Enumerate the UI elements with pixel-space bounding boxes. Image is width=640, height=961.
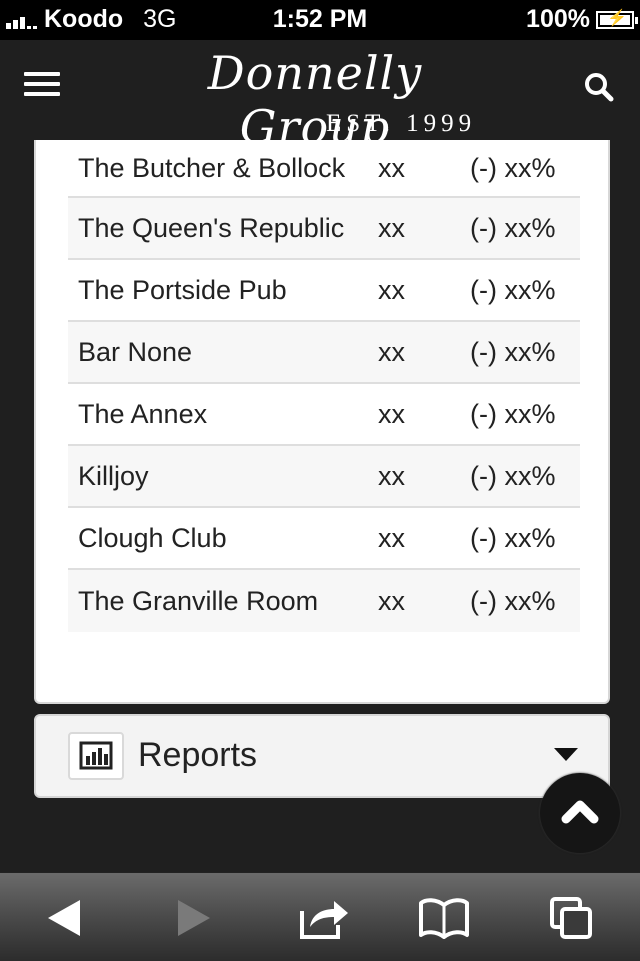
table-row[interactable]: Killjoy xx (-) xx%	[68, 446, 580, 508]
back-to-top-button[interactable]	[540, 773, 620, 853]
status-right: 100% ⚡	[526, 5, 638, 34]
venue-change: (-) xx%	[470, 336, 556, 367]
caret-down-icon	[554, 748, 578, 761]
venue-change: (-) xx%	[470, 460, 556, 491]
venue-card: The Butcher & Bollock xx (-) xx% The Queen'…	[34, 140, 610, 704]
venue-name: The Annex	[78, 398, 208, 429]
venue-table: The Butcher & Bollock xx (-) xx% The Queen'…	[68, 140, 580, 632]
forward-arrow-icon[interactable]	[168, 895, 218, 941]
venue-name: The Granville Room	[78, 585, 319, 616]
venue-value: xx	[378, 212, 405, 243]
venue-name: The Portside Pub	[78, 274, 287, 305]
logo-est-text: EST. 1999	[326, 110, 477, 137]
venue-value: xx	[378, 585, 405, 616]
venue-value: xx	[378, 274, 405, 305]
browser-toolbar	[0, 872, 640, 961]
table-row[interactable]: Bar None xx (-) xx%	[68, 322, 580, 384]
table-row[interactable]: The Granville Room xx (-) xx%	[68, 570, 580, 632]
venue-name: The Queen's Republic	[78, 212, 345, 243]
venue-change: (-) xx%	[470, 398, 556, 429]
reports-label: Reports	[138, 736, 258, 774]
venue-name: Killjoy	[78, 460, 149, 491]
venue-change: (-) xx%	[470, 522, 556, 553]
battery-icon: ⚡	[596, 10, 638, 29]
table-row[interactable]: The Butcher & Bollock xx (-) xx%	[68, 140, 580, 198]
share-icon[interactable]	[298, 895, 348, 941]
venue-change: (-) xx%	[470, 212, 556, 243]
table-row[interactable]: The Portside Pub xx (-) xx%	[68, 260, 580, 322]
table-row[interactable]: The Annex xx (-) xx%	[68, 384, 580, 446]
bar-chart-icon	[68, 732, 124, 780]
venue-name: Bar None	[78, 336, 193, 367]
search-icon[interactable]	[582, 70, 616, 104]
venue-value: xx	[378, 522, 405, 553]
venue-change: (-) xx%	[470, 274, 556, 305]
site-logo[interactable]: Donnelly Group EST. 1999	[130, 46, 500, 154]
venue-value: xx	[378, 336, 405, 367]
battery-percent: 100%	[526, 5, 590, 33]
venue-value: xx	[378, 152, 405, 183]
status-bar: Koodo 3G 1:52 PM 100% ⚡	[0, 0, 640, 40]
venue-value: xx	[378, 398, 405, 429]
table-row[interactable]: Clough Club xx (-) xx%	[68, 508, 580, 570]
venue-value: xx	[378, 460, 405, 491]
venue-change: (-) xx%	[470, 585, 556, 616]
chevron-up-icon	[561, 800, 599, 824]
tabs-icon[interactable]	[548, 895, 598, 941]
venue-name: Clough Club	[78, 522, 227, 553]
reports-panel-toggle[interactable]: Reports	[34, 714, 610, 798]
venue-name: The Butcher & Bollock	[78, 152, 346, 183]
site-header: Donnelly Group EST. 1999	[0, 40, 640, 154]
table-row[interactable]: The Queen's Republic xx (-) xx%	[68, 198, 580, 260]
venue-change: (-) xx%	[470, 152, 556, 183]
bookmarks-icon[interactable]	[418, 895, 469, 941]
hamburger-menu-icon[interactable]	[24, 72, 60, 98]
back-arrow-icon[interactable]	[42, 895, 92, 941]
